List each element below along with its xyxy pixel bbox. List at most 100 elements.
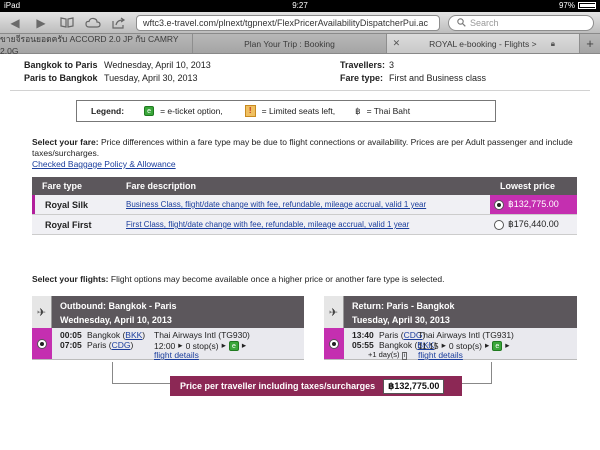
baht-icon: ฿ — [355, 105, 361, 116]
address-bar[interactable]: wftc3.e-travel.com/plnext/tgpnext/FlexPr… — [136, 14, 440, 31]
close-tab-icon[interactable]: ✕ — [393, 38, 401, 49]
stops-arrow-icon: ▸ — [505, 340, 510, 350]
fare-description-link[interactable]: First Class, flight/date change with fee… — [126, 220, 409, 229]
battery-status: 97% — [559, 1, 596, 10]
fare-type: Royal Silk — [32, 195, 116, 214]
return-route: Paris to Bangkok — [24, 73, 98, 83]
arrival-time: 05:55 — [352, 340, 374, 350]
share-icon — [112, 17, 126, 29]
airline: Thai Airways Intl (TG930) — [154, 330, 250, 340]
cloud-icon — [85, 17, 101, 28]
connector-line-left — [112, 362, 170, 384]
arrival-airport-link[interactable]: CDG — [112, 340, 131, 350]
battery-fill — [580, 4, 596, 7]
stops-arrow-icon: ▸ — [241, 340, 247, 350]
departure-time: 13:40 — [352, 330, 374, 340]
share-button[interactable] — [110, 15, 128, 31]
fare-price: ฿132,775.00 — [508, 199, 559, 209]
return-date: Tuesday, April 30, 2013 — [104, 73, 198, 83]
stops: 0 stop(s) — [185, 340, 219, 351]
search-input[interactable]: Search — [448, 14, 594, 31]
book-icon — [60, 17, 74, 28]
return-flight-radio[interactable] — [329, 338, 339, 349]
divider — [10, 90, 590, 91]
fare-radio-royal-first[interactable] — [494, 219, 504, 230]
baht-text: = Thai Baht — [366, 106, 411, 116]
fare-description-link[interactable]: Business Class, flight/date change with … — [126, 200, 426, 209]
fare-radio-royal-silk[interactable] — [494, 199, 504, 210]
fare-intro: Select your fare: Price differences with… — [32, 137, 577, 170]
price-summary-amount: ฿132,775.00 — [383, 378, 445, 394]
departure-airport-link[interactable]: BKK — [125, 330, 142, 340]
back-icon: ◀ — [10, 15, 20, 30]
header-fare-description: Fare description — [126, 181, 197, 191]
eticket-text: = e-ticket option, — [160, 106, 223, 116]
info-icon[interactable]: i — [401, 352, 407, 360]
return-header: ✈ Return: Paris - Bangkok Tuesday, April… — [324, 296, 577, 328]
airline: Thai Airways Intl (TG931) — [418, 330, 514, 340]
icloud-tabs-button[interactable] — [84, 15, 102, 31]
tab-plan-your-trip[interactable]: Plan Your Trip : Booking — [193, 34, 387, 53]
arrival-city: Bangkok ( — [379, 340, 418, 350]
flight-details-link[interactable]: flight details — [418, 350, 463, 360]
forward-icon: ▶ — [36, 15, 46, 30]
limited-text: = Limited seats left, — [261, 106, 336, 116]
outbound-date: Wednesday, April 10, 2013 — [104, 60, 211, 70]
duration: 12:00 — [154, 340, 176, 351]
forward-button[interactable]: ▶ — [32, 15, 50, 31]
header-lowest-price: Lowest price — [500, 181, 556, 191]
page-content: Bangkok to Paris Wednesday, April 10, 20… — [0, 54, 600, 430]
stops-arrow-icon: ▸ — [221, 340, 226, 350]
fare-row-royal-first[interactable]: Royal First First Class, flight/date cha… — [32, 215, 577, 235]
plus-day-text: +1 day(s) — [368, 350, 400, 359]
tab-label: Plan Your Trip : Booking — [244, 38, 335, 49]
tab-label: ขายจีรอนยอดครับ ACCORD 2.0 JP กับ CAMRY … — [0, 33, 179, 56]
trip-summary: Bangkok to Paris Wednesday, April 10, 20… — [24, 60, 584, 86]
outbound-flight-radio[interactable] — [37, 338, 47, 349]
outbound-flight-option[interactable]: 00:05 Bangkok (BKK) 07:05 Paris (CDG) Th… — [32, 328, 304, 360]
connector-line-right — [462, 362, 492, 384]
eticket-icon: e — [228, 340, 239, 351]
travellers-label: Travellers: — [340, 60, 386, 70]
new-tab-button[interactable]: + — [579, 34, 600, 53]
outbound-header: ✈ Outbound: Bangkok - Paris Wednesday, A… — [32, 296, 304, 328]
flights-intro: Select your flights: Flight options may … — [32, 274, 444, 284]
tab-bar: ขายจีรอนยอดครับ ACCORD 2.0 JP กับ CAMRY … — [0, 33, 600, 56]
fare-type-label: Fare type: — [340, 73, 384, 83]
fare-table-header: Fare type Fare description Lowest price — [32, 177, 577, 195]
header-fare-type: Fare type — [42, 181, 83, 191]
lock-icon: 🔒︎ — [550, 38, 555, 48]
stops-arrow-icon: ▸ — [485, 340, 490, 350]
plus-day: +1 day(s) i — [368, 350, 407, 360]
tab-car-forum[interactable]: ขายจีรอนยอดครับ ACCORD 2.0 JP กับ CAMRY … — [0, 33, 194, 56]
return-title: Return: Paris - Bangkok — [352, 301, 455, 311]
fare-type-value: First and Business class — [389, 73, 487, 83]
tab-label: ROYAL e-booking - Flights > — [429, 38, 537, 49]
fare-price: ฿176,440.00 — [508, 219, 559, 229]
baggage-policy-link[interactable]: Checked Baggage Policy & Allowance — [32, 159, 176, 169]
battery-percent: 97% — [558, 1, 575, 10]
fare-row-royal-silk[interactable]: Royal Silk Business Class, flight/date c… — [32, 195, 577, 215]
status-bar: iPad 9:27 97% — [0, 0, 600, 12]
flight-details-link[interactable]: flight details — [154, 350, 199, 360]
departure-city: Bangkok ( — [87, 330, 126, 340]
outbound-title: Outbound: Bangkok - Paris — [60, 301, 177, 311]
search-icon — [457, 18, 466, 27]
return-flight-option[interactable]: 13:40 Paris (CDG) 05:55 Bangkok (BKK) +1… — [324, 328, 577, 360]
fare-intro-heading: Select your fare: — [32, 137, 99, 147]
eticket-icon: e — [492, 340, 503, 351]
outbound-date-header: Wednesday, April 10, 2013 — [60, 315, 172, 325]
departure-place: Bangkok (BKK) — [87, 330, 146, 340]
eticket-icon: e — [144, 106, 155, 116]
battery-icon — [578, 2, 596, 9]
plane-arrival-icon: ✈ — [324, 296, 344, 328]
arrival-place: Paris (CDG) — [87, 340, 134, 350]
price-summary-bar: Price per traveller including taxes/surc… — [170, 376, 462, 396]
fare-type: Royal First — [45, 220, 92, 230]
arrival-time: 07:05 — [60, 340, 82, 350]
back-button[interactable]: ◀ — [6, 15, 24, 31]
fare-table: Fare type Fare description Lowest price … — [32, 177, 577, 235]
return-date-header: Tuesday, April 30, 2013 — [352, 315, 450, 325]
tab-royal-ebooking[interactable]: ✕ ROYAL e-booking - Flights > 🔒︎ — [386, 34, 580, 53]
bookmarks-button[interactable] — [58, 15, 76, 31]
